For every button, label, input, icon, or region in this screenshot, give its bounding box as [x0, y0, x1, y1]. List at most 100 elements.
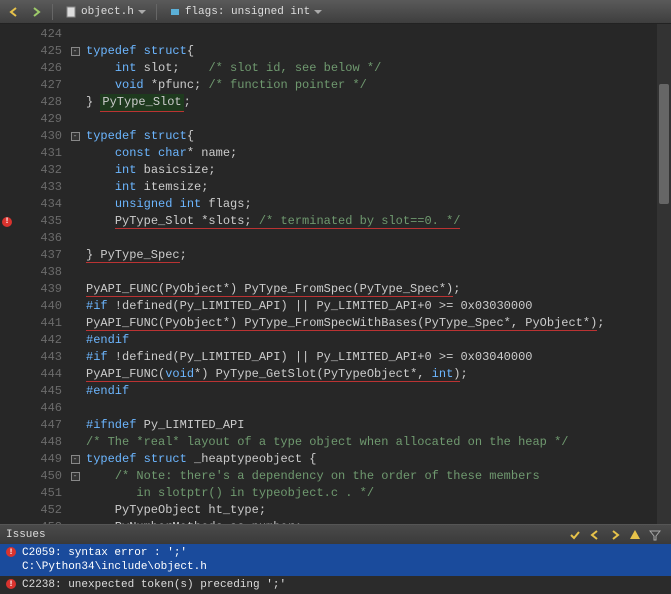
- code-line[interactable]: [86, 264, 671, 281]
- code-line[interactable]: #endif: [86, 383, 671, 400]
- code-line[interactable]: PyNumberMethods as_number;: [86, 519, 671, 524]
- error-icon: !: [2, 217, 12, 227]
- error-icon: !: [6, 579, 16, 589]
- fold-cell[interactable]: -: [68, 451, 82, 468]
- code-line[interactable]: [86, 400, 671, 417]
- code-line[interactable]: /* Note: there's a dependency on the ord…: [86, 468, 671, 485]
- error-cell: [0, 315, 14, 332]
- code-line[interactable]: } PyType_Spec;: [86, 247, 671, 264]
- code-line[interactable]: PyAPI_FUNC(PyObject*) PyType_FromSpecWit…: [86, 315, 671, 332]
- fold-cell: [68, 196, 82, 213]
- error-cell: [0, 417, 14, 434]
- code-line[interactable]: #if !defined(Py_LIMITED_API) || Py_LIMIT…: [86, 298, 671, 315]
- code-line[interactable]: [86, 26, 671, 43]
- code-line[interactable]: const char* name;: [86, 145, 671, 162]
- issues-clear-button[interactable]: [566, 527, 584, 543]
- issues-panel-header: Issues: [0, 524, 671, 544]
- code-line[interactable]: typedef struct{: [86, 128, 671, 145]
- code-editor[interactable]: ! 42442542642742842943043143243343443543…: [0, 24, 671, 524]
- error-cell: [0, 247, 14, 264]
- fold-cell: [68, 247, 82, 264]
- file-tab[interactable]: object.h: [57, 4, 152, 20]
- toolbar-separator: [156, 4, 157, 20]
- error-cell: [0, 383, 14, 400]
- code-area[interactable]: typedef struct{ int slot; /* slot id, se…: [82, 24, 671, 524]
- fold-cell[interactable]: -: [68, 468, 82, 485]
- code-line[interactable]: #ifndef Py_LIMITED_API: [86, 417, 671, 434]
- line-number: 433: [14, 179, 62, 196]
- line-number: 448: [14, 434, 62, 451]
- error-cell: [0, 519, 14, 524]
- line-number: 439: [14, 281, 62, 298]
- code-line[interactable]: PyAPI_FUNC(PyObject*) PyType_FromSpec(Py…: [86, 281, 671, 298]
- scrollbar-thumb[interactable]: [659, 84, 669, 204]
- line-number: 444: [14, 366, 62, 383]
- line-number: 449: [14, 451, 62, 468]
- issues-prev-button[interactable]: [586, 527, 604, 543]
- fold-cell[interactable]: -: [68, 43, 82, 60]
- file-icon: [65, 6, 77, 18]
- code-line[interactable]: [86, 111, 671, 128]
- code-line[interactable]: unsigned int flags;: [86, 196, 671, 213]
- fold-cell: [68, 315, 82, 332]
- fold-cell[interactable]: -: [68, 128, 82, 145]
- line-number: 438: [14, 264, 62, 281]
- line-number-gutter: 4244254264274284294304314324334344354364…: [14, 24, 68, 524]
- error-cell: [0, 366, 14, 383]
- error-cell: [0, 60, 14, 77]
- error-icon: !: [6, 547, 16, 557]
- code-line[interactable]: typedef struct _heaptypeobject {: [86, 451, 671, 468]
- error-cell: !: [0, 213, 14, 230]
- code-line[interactable]: PyAPI_FUNC(void*) PyType_GetSlot(PyTypeO…: [86, 366, 671, 383]
- issue-row[interactable]: ! C2238: unexpected token(s) preceding ';…: [0, 576, 671, 594]
- nav-back-button[interactable]: [4, 3, 24, 21]
- issues-warning-button[interactable]: [626, 527, 644, 543]
- error-cell: [0, 451, 14, 468]
- error-cell: [0, 468, 14, 485]
- fold-cell: [68, 417, 82, 434]
- line-number: 428: [14, 94, 62, 111]
- code-line[interactable]: } PyType_Slot;: [86, 94, 671, 111]
- line-number: 443: [14, 349, 62, 366]
- error-cell: [0, 281, 14, 298]
- code-line[interactable]: void *pfunc; /* function pointer */: [86, 77, 671, 94]
- fold-gutter: ----: [68, 24, 82, 524]
- issues-next-button[interactable]: [606, 527, 624, 543]
- error-cell: [0, 485, 14, 502]
- nav-forward-button[interactable]: [26, 3, 46, 21]
- code-line[interactable]: int slot; /* slot id, see below */: [86, 60, 671, 77]
- line-number: 451: [14, 485, 62, 502]
- code-line[interactable]: /* The *real* layout of a type object wh…: [86, 434, 671, 451]
- issues-filter-button[interactable]: [646, 527, 664, 543]
- line-number: 445: [14, 383, 62, 400]
- line-number: 452: [14, 502, 62, 519]
- issue-row[interactable]: !C2059: syntax error : ';'C:\Python34\in…: [0, 544, 671, 576]
- code-line[interactable]: typedef struct{: [86, 43, 671, 60]
- fold-cell: [68, 434, 82, 451]
- code-line[interactable]: in slotptr() in typeobject.c . */: [86, 485, 671, 502]
- fold-cell: [68, 213, 82, 230]
- issue-text: C2238: unexpected token(s) preceding ';': [22, 578, 286, 592]
- code-line[interactable]: int basicsize;: [86, 162, 671, 179]
- vertical-scrollbar[interactable]: [657, 24, 671, 524]
- code-line[interactable]: #if !defined(Py_LIMITED_API) || Py_LIMIT…: [86, 349, 671, 366]
- code-line[interactable]: #endif: [86, 332, 671, 349]
- error-cell: [0, 128, 14, 145]
- error-cell: [0, 43, 14, 60]
- line-number: 432: [14, 162, 62, 179]
- fold-cell: [68, 519, 82, 524]
- fold-cell: [68, 26, 82, 43]
- toolbar-separator: [52, 4, 53, 20]
- line-number: 427: [14, 77, 62, 94]
- code-line[interactable]: int itemsize;: [86, 179, 671, 196]
- line-number: 426: [14, 60, 62, 77]
- code-line[interactable]: [86, 230, 671, 247]
- fold-cell: [68, 145, 82, 162]
- line-number: 440: [14, 298, 62, 315]
- code-line[interactable]: PyTypeObject ht_type;: [86, 502, 671, 519]
- line-number: 434: [14, 196, 62, 213]
- fold-toggle-icon: -: [71, 132, 80, 141]
- code-line[interactable]: PyType_Slot *slots; /* terminated by slo…: [86, 213, 671, 230]
- symbol-tab[interactable]: flags: unsigned int: [161, 4, 328, 20]
- error-cell: [0, 298, 14, 315]
